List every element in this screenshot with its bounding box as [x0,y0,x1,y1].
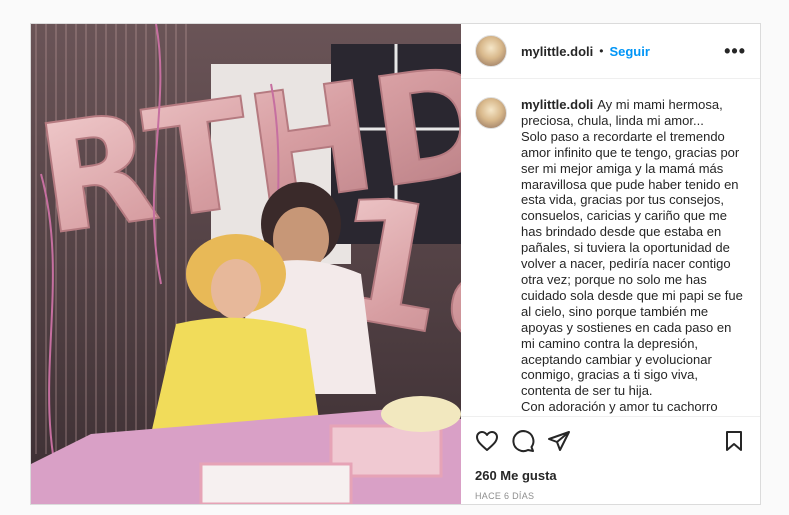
post-photo[interactable]: RTHD 18 [31,24,461,504]
caption-username[interactable]: mylittle.doli [521,97,593,112]
caption: mylittle.doli Ay mi mami hermosa, precios… [521,97,746,415]
avatar[interactable] [475,35,507,67]
action-bar [461,416,760,464]
caption-avatar[interactable] [475,97,507,129]
instagram-post: RTHD 18 mylittle.doli • Seguir ••• mylit… [30,23,761,505]
comment-icon[interactable] [511,429,535,453]
bookmark-icon[interactable] [722,429,746,453]
username-link[interactable]: mylittle.doli [521,44,593,59]
likes-count[interactable]: 260 Me gusta [461,468,760,483]
caption-area: mylittle.doli Ay mi mami hermosa, precios… [461,79,760,416]
post-header: mylittle.doli • Seguir ••• [461,24,760,79]
more-icon[interactable]: ••• [724,41,746,62]
follow-button[interactable]: Seguir [609,44,649,59]
caption-text: Ay mi mami hermosa, preciosa, chula, lin… [521,97,743,415]
separator-dot: • [599,44,604,58]
heart-icon[interactable] [475,429,499,453]
birthday-photo: RTHD 18 [31,24,461,504]
post-timestamp[interactable]: HACE 6 DÍAS [461,491,760,501]
share-icon[interactable] [547,429,571,453]
post-sidebar: mylittle.doli • Seguir ••• mylittle.doli… [461,24,760,504]
